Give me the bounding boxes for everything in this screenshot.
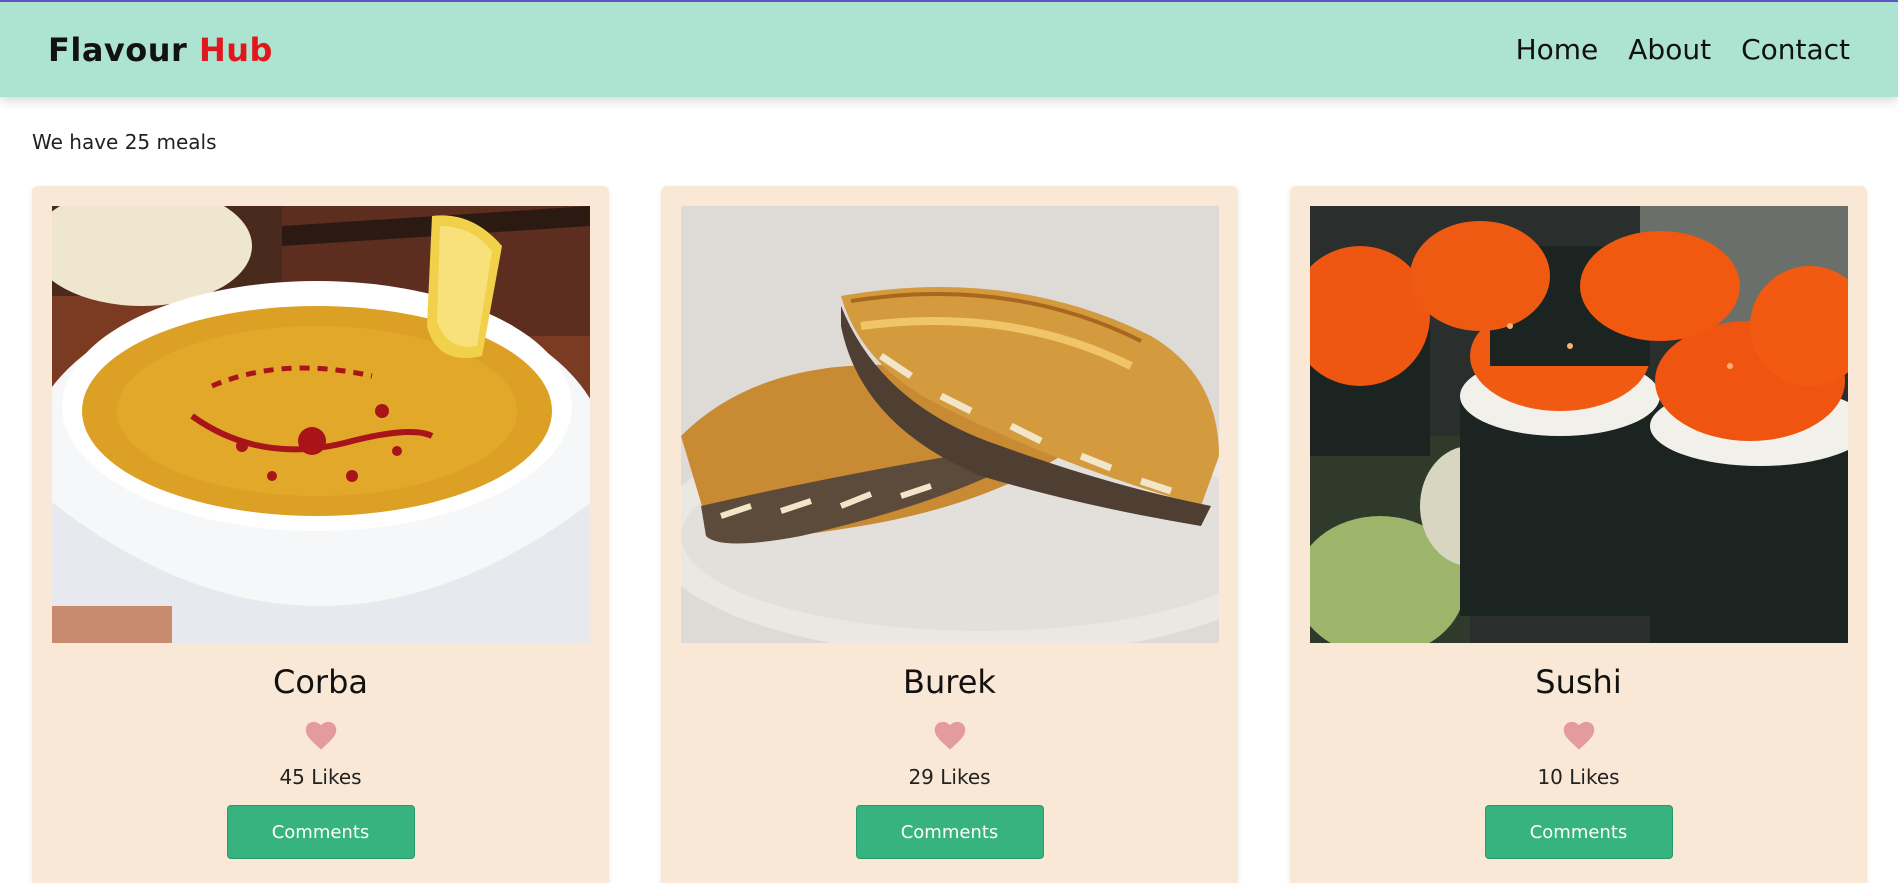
likes-count: 29 Likes (908, 765, 991, 789)
heart-icon[interactable] (1561, 719, 1597, 751)
meal-image-corba (51, 206, 590, 643)
heart-icon[interactable] (932, 719, 968, 751)
meal-grid: Corba 45 Likes Comments Burek 29 Likes C… (32, 186, 1898, 883)
meal-card-sushi: Sushi 10 Likes Comments (1290, 186, 1867, 883)
heart-icon[interactable] (303, 719, 339, 751)
meal-card-burek: Burek 29 Likes Comments (661, 186, 1238, 883)
main-nav: Home About Contact (1516, 33, 1850, 66)
site-header: Flavour Hub Home About Contact (0, 0, 1898, 97)
meal-count: We have 25 meals (32, 130, 217, 154)
comments-button[interactable]: Comments (226, 805, 415, 859)
likes-count: 10 Likes (1537, 765, 1620, 789)
comments-button[interactable]: Comments (1484, 805, 1673, 859)
logo-word-hub: Hub (198, 30, 273, 69)
meal-card-corba: Corba 45 Likes Comments (32, 186, 609, 883)
likes-count: 45 Likes (279, 765, 362, 789)
site-logo[interactable]: Flavour Hub (48, 31, 273, 69)
meal-name: Corba (273, 663, 368, 701)
meal-image-sushi (1309, 206, 1848, 643)
nav-contact[interactable]: Contact (1741, 33, 1850, 66)
meal-name: Burek (903, 663, 996, 701)
meal-image-burek (680, 206, 1219, 643)
nav-about[interactable]: About (1628, 33, 1711, 66)
logo-word-flavour: Flavour (48, 30, 188, 69)
comments-button[interactable]: Comments (855, 805, 1044, 859)
meal-name: Sushi (1535, 663, 1622, 701)
nav-home[interactable]: Home (1516, 33, 1599, 66)
